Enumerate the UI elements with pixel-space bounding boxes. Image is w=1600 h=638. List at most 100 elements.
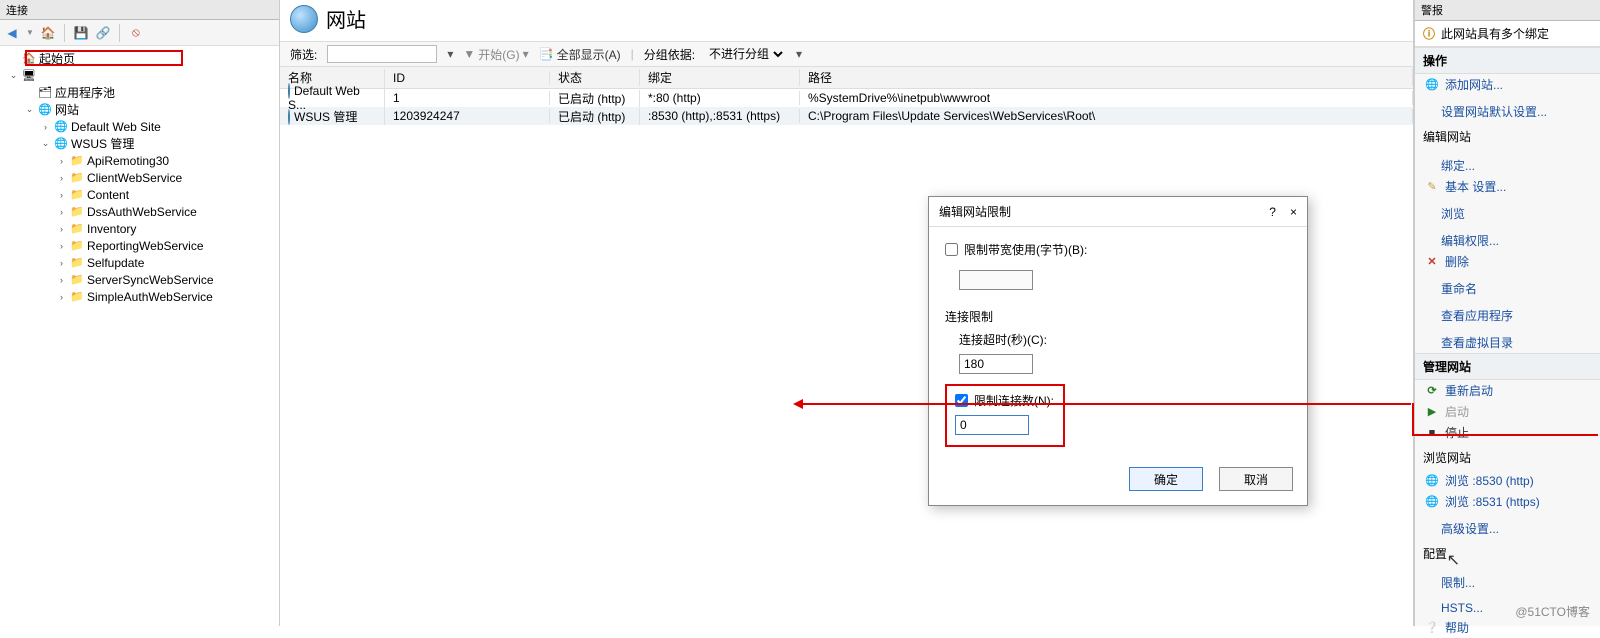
grid-body[interactable]: Default Web S... 1已启动 (http) *:80 (http)… (280, 89, 1413, 125)
expander-icon[interactable]: › (56, 189, 67, 200)
annotation-box: 限制连接数(N): (945, 384, 1065, 447)
dropdown-icon[interactable]: ▾ (447, 47, 453, 61)
limit-connections-label: 限制连接数(N): (974, 392, 1054, 409)
table-row[interactable]: WSUS 管理 1203924247已启动 (http) :8530 (http… (280, 107, 1413, 125)
separator (119, 24, 120, 42)
explore-action[interactable]: 浏览 (1415, 203, 1600, 224)
ok-button[interactable]: 确定 (1129, 467, 1203, 491)
connect-icon[interactable]: 🔗 (95, 25, 111, 41)
stop-icon (1425, 426, 1439, 440)
save-icon[interactable]: 💾 (73, 25, 89, 41)
expander-icon[interactable]: › (56, 291, 67, 302)
dropdown-icon[interactable]: ▼ (26, 28, 34, 37)
set-defaults-action[interactable]: 设置网站默认设置... (1415, 101, 1600, 122)
expander-icon[interactable]: ⌄ (8, 70, 19, 81)
expander-icon[interactable]: › (56, 240, 67, 251)
tree-item[interactable]: › 📁 Selfupdate (0, 254, 279, 271)
view-apps-action[interactable]: 查看应用程序 (1415, 305, 1600, 326)
bandwidth-checkbox[interactable] (945, 243, 958, 256)
dialog-titlebar[interactable]: 编辑网站限制 ? × (929, 197, 1307, 227)
view-vdirs-action[interactable]: 查看虚拟目录 (1415, 332, 1600, 353)
tree-item[interactable]: › 📁 Content (0, 186, 279, 203)
help-action[interactable]: 帮助 (1415, 617, 1600, 638)
limits-action[interactable]: 限制... (1415, 572, 1600, 593)
tree-item[interactable]: › 📁 SimpleAuthWebService (0, 288, 279, 305)
bindings-action[interactable]: 绑定... (1415, 155, 1600, 176)
tree-node-icon: 📁 (69, 238, 85, 254)
tree-item[interactable]: › 📁 ServerSyncWebService (0, 271, 279, 288)
tree-item[interactable]: › 📁 ApiRemoting30 (0, 152, 279, 169)
site-icon (288, 83, 290, 99)
alerts-header: 警报 (1415, 0, 1600, 21)
advanced-settings-action[interactable]: 高级设置... (1415, 518, 1600, 539)
timeout-input[interactable] (959, 354, 1033, 374)
tree-item[interactable]: › 📁 DssAuthWebService (0, 203, 279, 220)
tree-node-icon: 📁 (69, 187, 85, 203)
start-action[interactable]: 启动 (1415, 401, 1600, 422)
col-bind[interactable]: 绑定 (640, 69, 800, 86)
expander-icon[interactable] (24, 87, 35, 98)
expander-icon[interactable]: › (56, 223, 67, 234)
sites-icon (290, 5, 318, 33)
col-path[interactable]: 路径 (800, 69, 1413, 86)
page-title: 网站 (326, 4, 366, 33)
expander-icon[interactable]: › (56, 172, 67, 183)
col-id[interactable]: ID (385, 71, 550, 85)
col-status[interactable]: 状态 (550, 69, 640, 86)
limit-connections-input[interactable] (955, 415, 1029, 435)
connections-tree[interactable]: 🏠 起始页⌄ 🖥 🗂 应用程序池⌄ 🌐 网站› 🌐 Default Web Si… (0, 46, 279, 626)
expander-icon[interactable]: › (56, 274, 67, 285)
expander-icon[interactable]: › (56, 155, 67, 166)
tree-node-icon: 📁 (69, 272, 85, 288)
stop-action[interactable]: 停止 (1415, 422, 1600, 443)
dropdown-icon[interactable]: ▾ (796, 47, 802, 61)
connections-toolbar: ▼ 💾 🔗 ⦸ (0, 20, 279, 46)
tree-item[interactable]: 🗂 应用程序池 (0, 84, 279, 101)
stop-icon[interactable]: ⦸ (128, 25, 144, 41)
expander-icon[interactable]: ⌄ (40, 138, 51, 149)
tree-item[interactable]: ⌄ 🌐 网站 (0, 101, 279, 118)
tree-node-icon: 📁 (69, 204, 85, 220)
tree-item[interactable]: ⌄ 🖥 (0, 67, 279, 84)
content-panel: 网站 筛选: ▾ ▼ 开始(G) ▾ 📑 全部显示(A) | 分组依据: 不进行… (280, 0, 1414, 626)
tree-item[interactable]: › 🌐 Default Web Site (0, 118, 279, 135)
expander-icon[interactable]: ⌄ (24, 104, 35, 115)
tree-item[interactable]: › 📁 ReportingWebService (0, 237, 279, 254)
help-icon[interactable]: ? (1269, 205, 1276, 219)
tree-item-label: ApiRemoting30 (87, 154, 169, 168)
remove-action[interactable]: 删除 (1415, 251, 1600, 272)
expander-icon[interactable] (8, 53, 19, 64)
home-icon[interactable] (40, 25, 56, 41)
browse-8531-action[interactable]: 浏览 :8531 (https) (1415, 491, 1600, 512)
table-row[interactable]: Default Web S... 1已启动 (http) *:80 (http)… (280, 89, 1413, 107)
cancel-button[interactable]: 取消 (1219, 467, 1293, 491)
expander-icon[interactable]: › (56, 206, 67, 217)
show-all-button[interactable]: 📑 全部显示(A) (539, 46, 621, 63)
filter-input[interactable] (327, 45, 437, 63)
rename-action[interactable]: 重命名 (1415, 278, 1600, 299)
tree-item[interactable]: ⌄ 🌐 WSUS 管理 (0, 135, 279, 152)
basic-settings-action[interactable]: 基本 设置... (1415, 176, 1600, 197)
tree-node-icon: 📁 (69, 221, 85, 237)
back-icon[interactable] (4, 25, 20, 41)
tree-item[interactable]: 🏠 起始页 (0, 50, 279, 67)
tree-item[interactable]: › 📁 ClientWebService (0, 169, 279, 186)
bandwidth-input[interactable] (959, 270, 1033, 290)
edit-permissions-action[interactable]: 编辑权限... (1415, 230, 1600, 251)
close-icon[interactable]: × (1290, 205, 1297, 219)
limit-connections-row[interactable]: 限制连接数(N): (955, 392, 1055, 409)
limit-connections-checkbox[interactable] (955, 394, 968, 407)
tree-node-icon: 📁 (69, 170, 85, 186)
expander-icon[interactable]: › (40, 121, 51, 132)
go-button[interactable]: ▼ 开始(G) ▾ (463, 46, 528, 63)
tree-item[interactable]: › 📁 Inventory (0, 220, 279, 237)
alert-row[interactable]: 此网站具有多个绑定 (1415, 21, 1600, 47)
expander-icon[interactable]: › (56, 257, 67, 268)
browse-8530-action[interactable]: 浏览 :8530 (http) (1415, 470, 1600, 491)
restart-action[interactable]: 重新启动 (1415, 380, 1600, 401)
group-select[interactable]: 不进行分组 (705, 46, 786, 62)
play-icon (1425, 405, 1439, 419)
add-site-action[interactable]: 添加网站... (1415, 74, 1600, 95)
bandwidth-checkbox-row[interactable]: 限制带宽使用(字节)(B): (945, 241, 1291, 258)
dialog-title: 编辑网站限制 (939, 203, 1011, 220)
